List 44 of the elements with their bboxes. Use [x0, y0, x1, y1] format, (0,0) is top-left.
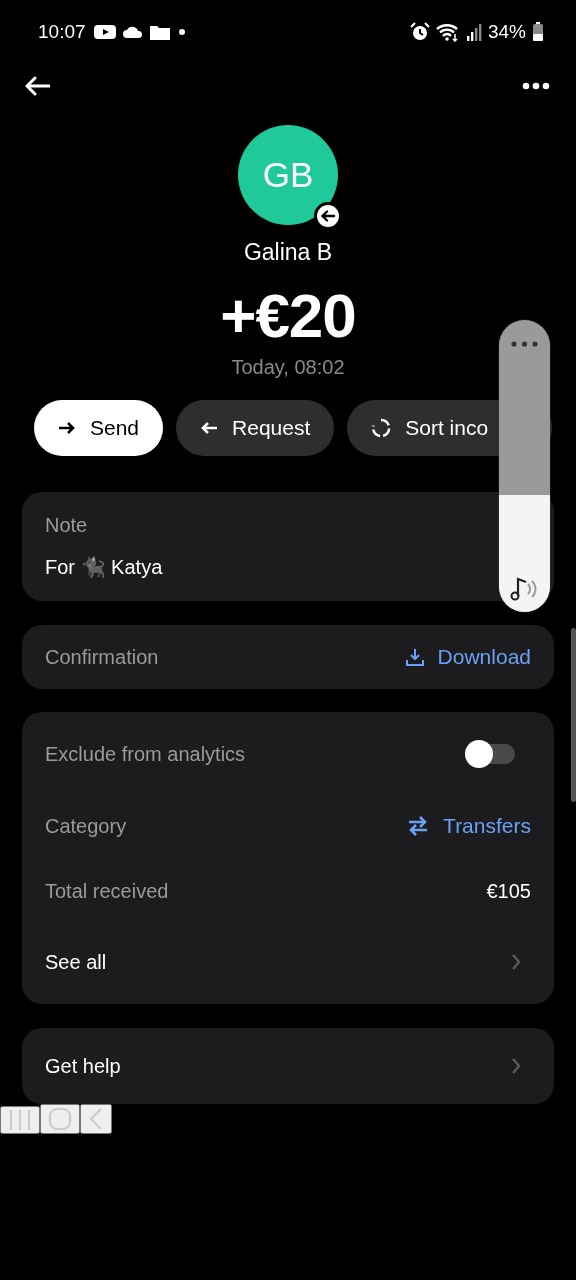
- amount: +€20: [220, 280, 356, 352]
- chevron-right-icon: [511, 1058, 521, 1074]
- swap-arrows-icon: [407, 816, 430, 836]
- confirmation-label: Confirmation: [45, 645, 159, 669]
- back-chevron-icon: [88, 1107, 104, 1131]
- wifi-icon: [435, 22, 460, 42]
- note-label: Note: [45, 514, 89, 537]
- recents-icon: [8, 1109, 32, 1131]
- left-arrow-icon: [200, 421, 219, 435]
- get-help-link[interactable]: Get help: [45, 1054, 121, 1078]
- recents-button[interactable]: [0, 1106, 40, 1134]
- back-button[interactable]: [24, 76, 50, 96]
- back-arrow-icon: [24, 76, 50, 96]
- more-icon: [522, 82, 550, 90]
- chevron-right-icon: [511, 954, 521, 970]
- detail-label: Category: [45, 814, 127, 838]
- toggle-switch[interactable]: [465, 742, 515, 766]
- battery-percent: 34%: [487, 21, 526, 43]
- video-app-icon: [93, 24, 116, 40]
- request-button[interactable]: Request: [176, 400, 335, 456]
- folder-icon: [149, 24, 170, 40]
- detail-label: Exclude from analytics: [45, 742, 246, 766]
- clock: 10:07: [38, 21, 86, 43]
- signal-icon: [465, 23, 482, 41]
- home-icon: [48, 1107, 72, 1131]
- detail-label: Total received: [45, 879, 169, 903]
- send-button[interactable]: Send: [34, 400, 164, 456]
- note-text: For 🐈‍⬛ Katya: [45, 555, 164, 579]
- right-arrow-icon: [58, 421, 76, 435]
- more-icon[interactable]: [511, 341, 538, 347]
- battery-icon: [532, 22, 544, 42]
- back-nav-button[interactable]: [80, 1104, 112, 1134]
- see-all-link[interactable]: See all: [45, 950, 107, 974]
- date: Today, 08:02: [231, 356, 345, 379]
- contact-name: Galina B: [243, 239, 333, 266]
- detail-value: €105: [486, 879, 531, 903]
- download-button[interactable]: Download: [405, 645, 531, 669]
- category-link[interactable]: Transfers: [407, 814, 531, 838]
- volume-slider[interactable]: [499, 320, 550, 612]
- download-icon: [405, 648, 424, 666]
- cloud-icon: [121, 25, 144, 39]
- alarm-icon: [409, 22, 430, 42]
- more-button[interactable]: [522, 82, 550, 90]
- home-button[interactable]: [40, 1104, 80, 1134]
